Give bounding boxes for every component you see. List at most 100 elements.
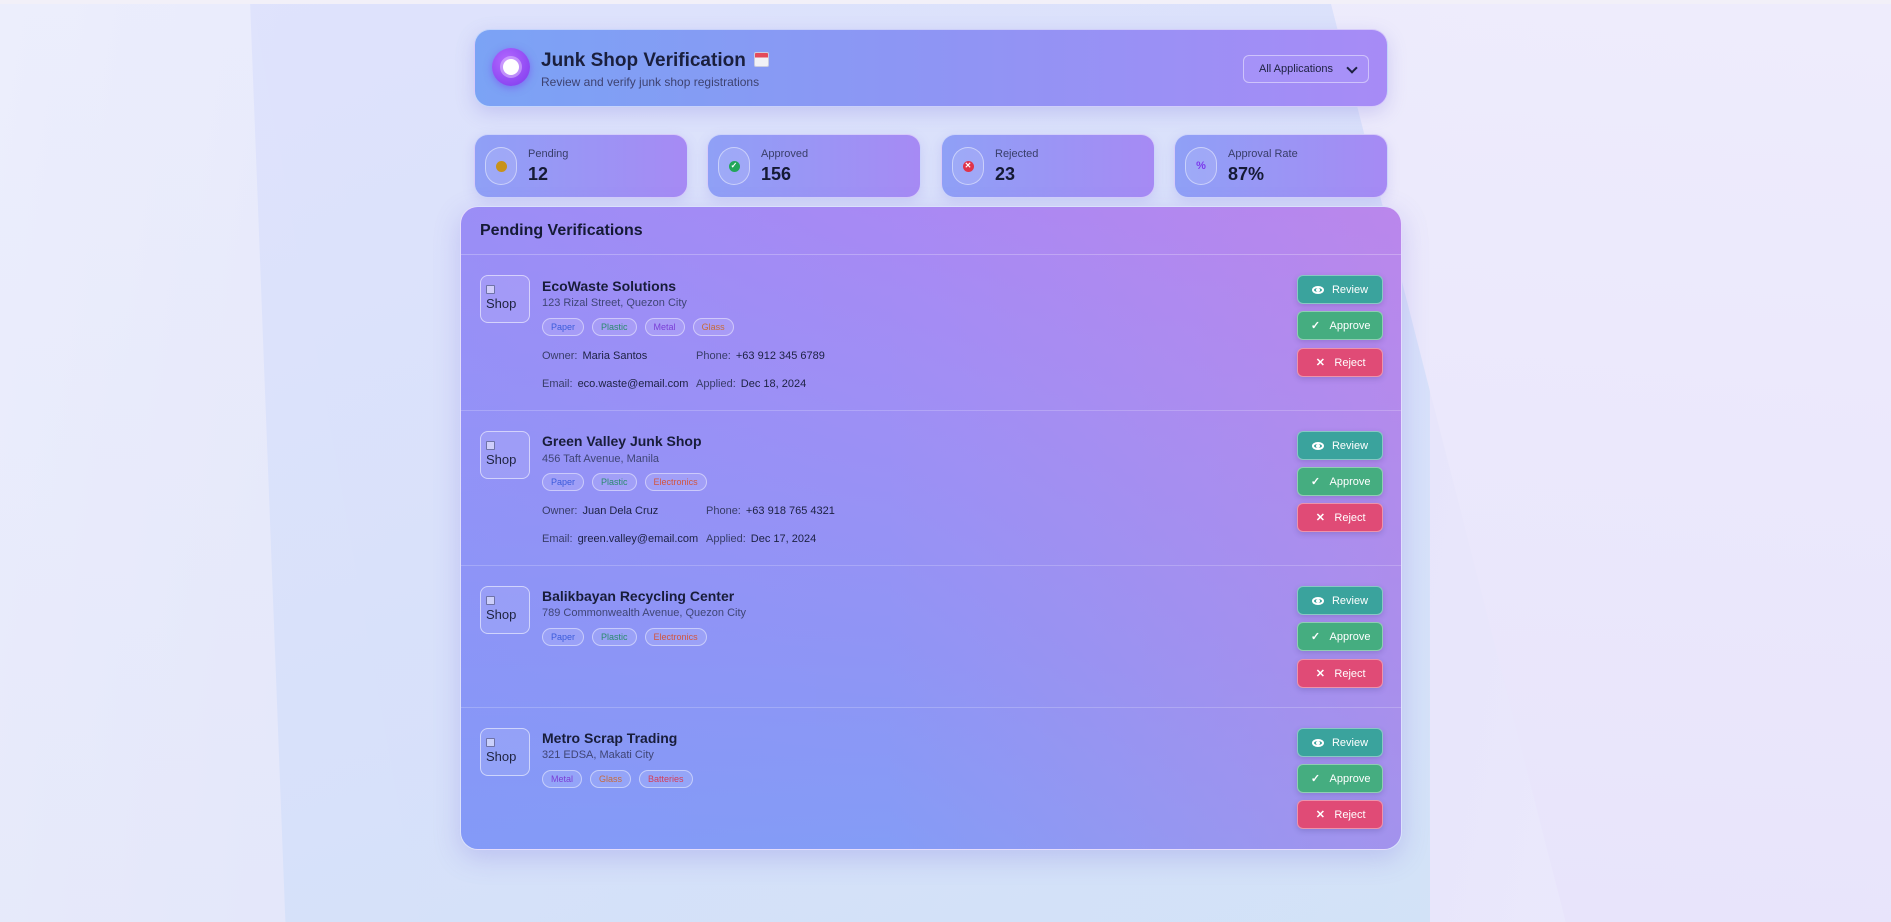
page-header: Junk Shop Verification Review and verify… xyxy=(474,29,1388,107)
approve-button[interactable]: ✓ Approve xyxy=(1297,622,1383,651)
stat-card-rejected: ✕ Rejected 23 xyxy=(941,134,1155,198)
shop-thumbnail: Shop xyxy=(480,586,530,634)
pending-icon xyxy=(485,147,517,185)
tag-plastic: Plastic xyxy=(592,473,637,491)
background-shape xyxy=(0,0,420,922)
reject-button[interactable]: ✕ Reject xyxy=(1297,348,1383,377)
check-icon: ✓ xyxy=(1310,631,1321,643)
shop-name: Metro Scrap Trading xyxy=(542,730,678,746)
tag-plastic: Plastic xyxy=(592,318,637,336)
shop-owner: Owner: Juan Dela Cruz xyxy=(542,505,659,517)
shop-address: 123 Rizal Street, Quezon City xyxy=(542,297,687,309)
app-logo-icon xyxy=(492,48,530,86)
shop-address: 456 Taft Avenue, Manila xyxy=(542,453,660,465)
shop-address: 789 Commonwealth Avenue, Quezon City xyxy=(542,607,747,619)
close-icon: ✕ xyxy=(1315,357,1326,369)
material-tags: Paper Plastic Electronics xyxy=(542,473,707,491)
filter-selected-value: All Applications xyxy=(1259,63,1333,75)
pending-verifications-panel: Pending Verifications Shop EcoWaste Solu… xyxy=(460,206,1402,850)
approve-button[interactable]: ✓ Approve xyxy=(1297,311,1383,340)
page-title: Junk Shop Verification xyxy=(541,50,746,71)
tag-electronics: Electronics xyxy=(644,628,707,646)
stat-value: 23 xyxy=(995,164,1016,184)
stat-label: Pending xyxy=(528,148,569,160)
shop-name: Balikbayan Recycling Center xyxy=(542,588,735,604)
material-tags: Paper Plastic Metal Glass xyxy=(542,318,734,336)
broken-image-icon xyxy=(486,738,495,747)
tag-plastic: Plastic xyxy=(592,628,637,646)
stat-label: Rejected xyxy=(995,148,1039,160)
page-title-wrap: Junk Shop Verification xyxy=(541,50,769,72)
eye-icon xyxy=(1311,596,1324,605)
review-button[interactable]: Review xyxy=(1297,586,1383,615)
stat-label: Approved xyxy=(761,148,809,160)
reject-button[interactable]: ✕ Reject xyxy=(1297,659,1383,688)
approve-button[interactable]: ✓ Approve xyxy=(1297,764,1383,793)
shop-thumbnail: Shop xyxy=(480,275,530,323)
stat-label: Approval Rate xyxy=(1228,148,1298,160)
panel-header: Pending Verifications xyxy=(461,207,1401,255)
shop-row: Shop Balikbayan Recycling Center 789 Com… xyxy=(461,566,1401,708)
eye-icon xyxy=(1311,285,1324,294)
shop-name: EcoWaste Solutions xyxy=(542,278,677,294)
shop-email: Email: green.valley@email.com xyxy=(542,533,699,545)
stat-value: 156 xyxy=(761,164,792,184)
broken-image-icon xyxy=(486,441,495,450)
stat-card-approved: ✓ Approved 156 xyxy=(707,134,921,198)
tag-paper: Paper xyxy=(542,628,585,646)
shop-row: Shop Metro Scrap Trading 321 EDSA, Makat… xyxy=(461,708,1401,849)
broken-image-icon xyxy=(486,285,495,294)
shop-applied-date: Applied: Dec 18, 2024 xyxy=(696,378,807,390)
review-button[interactable]: Review xyxy=(1297,728,1383,757)
panel-title: Pending Verifications xyxy=(480,222,643,239)
stat-card-approval-rate: % Approval Rate 87% xyxy=(1174,134,1388,198)
reject-button[interactable]: ✕ Reject xyxy=(1297,503,1383,532)
top-bar xyxy=(0,0,1891,4)
check-icon: ✓ xyxy=(1310,320,1321,332)
tag-metal: Metal xyxy=(644,318,685,336)
tag-glass: Glass xyxy=(590,770,632,788)
calendar-icon xyxy=(753,52,769,67)
close-icon: ✕ xyxy=(1315,809,1326,821)
tag-batteries: Batteries xyxy=(639,770,693,788)
eye-icon xyxy=(1311,441,1324,450)
stat-card-pending: Pending 12 xyxy=(474,134,688,198)
application-filter-select[interactable]: All Applications xyxy=(1243,55,1369,83)
check-icon: ✓ xyxy=(1310,476,1321,488)
shop-email: Email: eco.waste@email.com xyxy=(542,378,689,390)
close-icon: ✕ xyxy=(1315,668,1326,680)
chevron-down-icon xyxy=(1346,62,1358,74)
reject-button[interactable]: ✕ Reject xyxy=(1297,800,1383,829)
review-button[interactable]: Review xyxy=(1297,275,1383,304)
check-icon: ✓ xyxy=(1310,773,1321,785)
eye-icon xyxy=(1311,738,1324,747)
x-circle-icon: ✕ xyxy=(952,147,984,185)
check-circle-icon: ✓ xyxy=(718,147,750,185)
tag-glass: Glass xyxy=(692,318,734,336)
review-button[interactable]: Review xyxy=(1297,431,1383,460)
stat-value: 12 xyxy=(528,164,549,184)
tag-metal: Metal xyxy=(542,770,583,788)
shop-address: 321 EDSA, Makati City xyxy=(542,749,654,761)
shop-name: Green Valley Junk Shop xyxy=(542,433,702,449)
close-icon: ✕ xyxy=(1315,512,1326,524)
page-subtitle: Review and verify junk shop registration… xyxy=(541,75,760,89)
stat-value: 87% xyxy=(1228,164,1265,184)
broken-image-icon xyxy=(486,596,495,605)
tag-paper: Paper xyxy=(542,473,585,491)
percent-icon: % xyxy=(1185,147,1217,185)
approve-button[interactable]: ✓ Approve xyxy=(1297,467,1383,496)
shop-phone: Phone: +63 912 345 6789 xyxy=(696,350,825,362)
tag-paper: Paper xyxy=(542,318,585,336)
shop-applied-date: Applied: Dec 17, 2024 xyxy=(706,533,817,545)
material-tags: Paper Plastic Electronics xyxy=(542,628,707,646)
shop-thumbnail: Shop xyxy=(480,728,530,776)
shop-row: Shop EcoWaste Solutions 123 Rizal Street… xyxy=(461,255,1401,411)
shop-owner: Owner: Maria Santos xyxy=(542,350,648,362)
tag-electronics: Electronics xyxy=(644,473,707,491)
shop-thumbnail: Shop xyxy=(480,431,530,479)
shop-phone: Phone: +63 918 765 4321 xyxy=(706,505,835,517)
background-shape xyxy=(1330,0,1891,922)
shop-row: Shop Green Valley Junk Shop 456 Taft Ave… xyxy=(461,411,1401,566)
material-tags: Metal Glass Batteries xyxy=(542,770,693,788)
